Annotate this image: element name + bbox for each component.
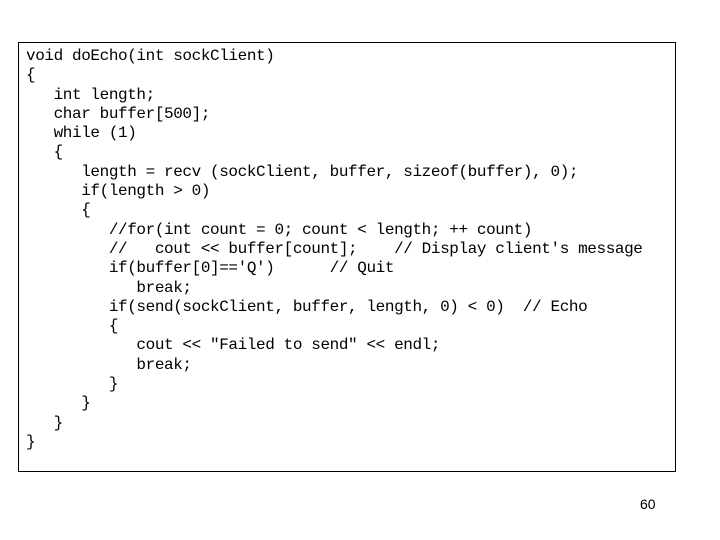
code-line: length = recv (sockClient, buffer, sizeo… [26,162,579,181]
page-number: 60 [640,496,656,512]
code-line: char buffer[500]; [26,104,211,123]
code-line: while (1) [26,124,137,143]
code-line: { [26,317,119,336]
code-line: break; [26,355,192,374]
code-line: //for(int count = 0; count < length; ++ … [26,220,533,239]
code-line: { [26,143,64,162]
code-line: } [26,413,64,432]
code-line: cout << "Failed to send" << endl; [26,336,441,355]
code-line: } [26,432,36,451]
code-line: { [26,66,36,85]
code-line: void doEcho(int sockClient) [26,47,275,65]
code-line: if(buffer[0]=='Q') // Quit [26,259,395,278]
code-line: break; [26,278,192,297]
code-listing-box: void doEcho(int sockClient){ int length;… [18,42,676,472]
code-line: int length; [26,85,156,104]
code-line: if(length > 0) [26,182,211,201]
code-listing: void doEcho(int sockClient){ int length;… [26,47,643,452]
code-line: } [26,394,91,413]
code-line: // cout << buffer[count]; // Display cli… [26,239,643,258]
code-line: if(send(sockClient, buffer, length, 0) <… [26,297,588,316]
code-line: { [26,201,91,220]
code-line: } [26,375,119,394]
